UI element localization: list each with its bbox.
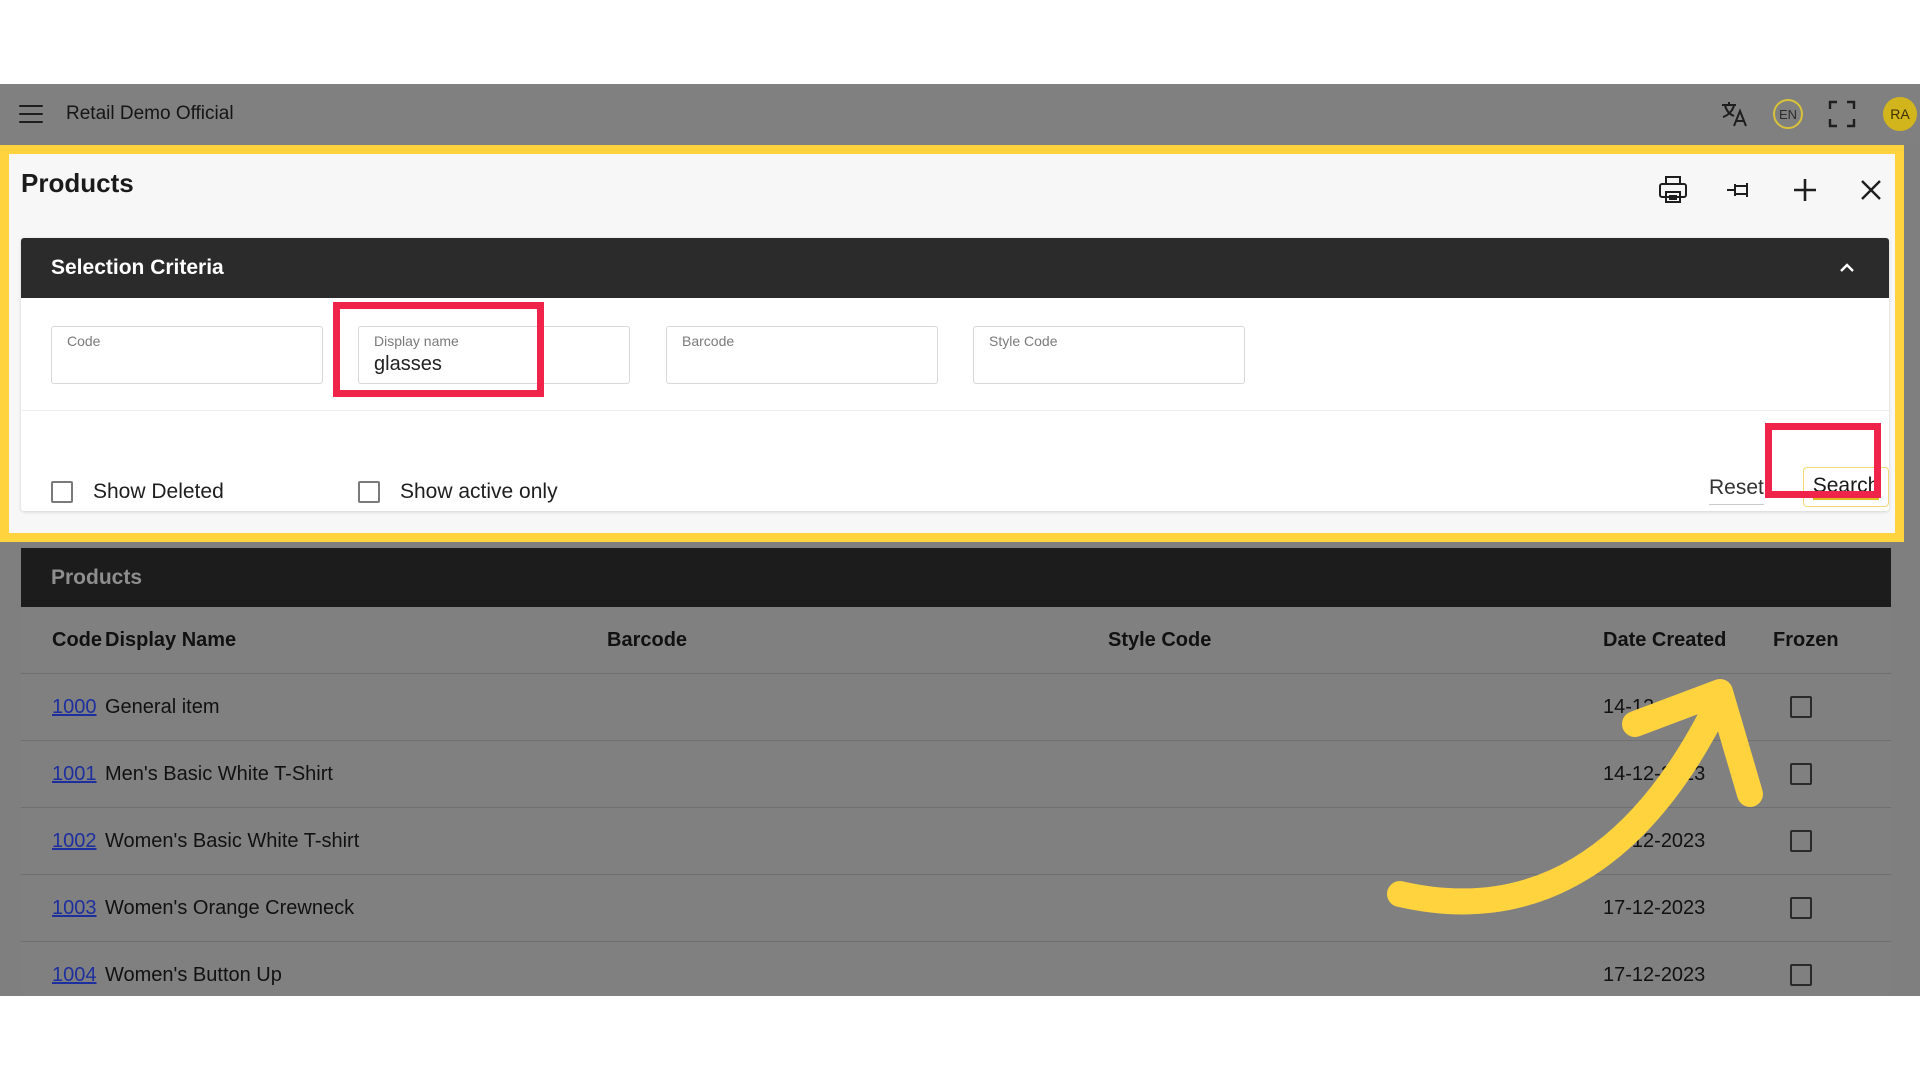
top-bar: Retail Demo Official EN RA: [0, 84, 1920, 144]
plus-icon[interactable]: [1785, 170, 1825, 210]
style-code-field[interactable]: Style Code: [973, 326, 1245, 384]
frozen-checkbox[interactable]: [1790, 696, 1812, 719]
display-name-input[interactable]: [374, 353, 604, 376]
product-name: Women's Basic White T-shirt: [104, 807, 606, 875]
code-input[interactable]: [67, 353, 297, 376]
table-row[interactable]: 1004 Women's Button Up 17-12-2023: [21, 941, 1891, 996]
product-name: General item: [104, 673, 606, 741]
display-name-field-label: Display name: [374, 333, 459, 349]
column-header-style-code[interactable]: Style Code: [1107, 607, 1602, 674]
code-field[interactable]: Code: [51, 326, 323, 384]
product-code-link[interactable]: 1001: [52, 763, 97, 785]
table-row[interactable]: 1003 Women's Orange Crewneck 17-12-2023: [21, 874, 1891, 942]
products-table: Code Display Name Barcode Style Code Dat…: [21, 607, 1891, 996]
chevron-up-icon[interactable]: [1835, 256, 1859, 280]
column-header-date-created[interactable]: Date Created: [1602, 607, 1772, 674]
reset-button[interactable]: Reset: [1709, 472, 1764, 505]
product-date-created: 17-12-2023: [1602, 941, 1772, 996]
column-header-code[interactable]: Code: [21, 607, 104, 674]
show-deleted-checkbox[interactable]: [51, 481, 73, 503]
user-menu[interactable]: RA: [1882, 94, 1918, 134]
selection-criteria-card: Selection Criteria Code Display name Bar…: [21, 238, 1889, 511]
products-table-header: Products: [21, 548, 1891, 607]
product-style-code: [1107, 941, 1602, 996]
show-deleted-label: Show Deleted: [93, 480, 224, 503]
product-barcode: [606, 874, 1107, 942]
language-selector[interactable]: EN: [1770, 94, 1806, 134]
selection-criteria-header[interactable]: Selection Criteria: [21, 238, 1889, 298]
product-date-created: 14-12-2023: [1602, 807, 1772, 875]
product-code-link[interactable]: 1000: [52, 696, 97, 718]
show-active-only-checkbox[interactable]: [358, 481, 380, 503]
product-style-code: [1107, 807, 1602, 875]
products-table-card: Products Code Display Name Barcode Style…: [21, 548, 1891, 996]
barcode-input[interactable]: [682, 353, 912, 376]
fullscreen-icon[interactable]: [1824, 94, 1860, 134]
table-row[interactable]: 1002 Women's Basic White T-shirt 14-12-2…: [21, 807, 1891, 875]
barcode-field-label: Barcode: [682, 333, 735, 349]
product-date-created: 17-12-2023: [1602, 874, 1772, 942]
show-active-only-toggle[interactable]: Show active only: [358, 480, 558, 504]
frozen-checkbox[interactable]: [1790, 830, 1812, 853]
selection-criteria-title: Selection Criteria: [51, 256, 224, 279]
column-header-barcode[interactable]: Barcode: [606, 607, 1107, 674]
language-code: EN: [1773, 99, 1803, 129]
frozen-checkbox[interactable]: [1790, 897, 1812, 920]
table-header-row: Code Display Name Barcode Style Code Dat…: [21, 607, 1891, 674]
product-style-code: [1107, 673, 1602, 741]
product-name: Men's Basic White T-Shirt: [104, 740, 606, 808]
avatar: RA: [1883, 97, 1917, 131]
products-panel: Products Selection Criteria Code Display…: [0, 145, 1904, 542]
product-code-link[interactable]: 1004: [52, 964, 97, 986]
page-title: Products: [21, 168, 134, 198]
print-icon[interactable]: [1653, 170, 1693, 210]
code-field-label: Code: [67, 333, 101, 349]
product-date-created: 14-12-2023: [1602, 740, 1772, 808]
translate-icon[interactable]: [1716, 94, 1752, 134]
search-button[interactable]: Search: [1803, 467, 1889, 507]
product-style-code: [1107, 740, 1602, 808]
table-row[interactable]: 1001 Men's Basic White T-Shirt 14-12-202…: [21, 740, 1891, 808]
column-header-frozen[interactable]: Frozen: [1772, 607, 1891, 674]
table-row[interactable]: 1000 General item 14-12-2023: [21, 673, 1891, 741]
product-barcode: [606, 941, 1107, 996]
barcode-field[interactable]: Barcode: [666, 326, 938, 384]
product-barcode: [606, 807, 1107, 875]
search-button-label: Search: [1812, 474, 1880, 500]
style-code-input[interactable]: [989, 353, 1219, 376]
product-date-created: 14-12-2023: [1602, 673, 1772, 741]
frozen-checkbox[interactable]: [1790, 964, 1812, 987]
close-icon[interactable]: [1851, 170, 1891, 210]
product-barcode: [606, 673, 1107, 741]
product-name: Women's Orange Crewneck: [104, 874, 606, 942]
pin-icon[interactable]: [1720, 170, 1760, 210]
product-style-code: [1107, 874, 1602, 942]
app-title: Retail Demo Official: [66, 103, 234, 124]
menu-icon[interactable]: [19, 105, 43, 123]
show-active-only-label: Show active only: [400, 480, 558, 503]
product-code-link[interactable]: 1002: [52, 830, 97, 852]
products-table-title: Products: [51, 566, 143, 589]
app-window: Retail Demo Official EN RA Products Sele…: [0, 84, 1920, 996]
show-deleted-toggle[interactable]: Show Deleted: [51, 480, 224, 504]
display-name-field[interactable]: Display name: [358, 326, 630, 384]
divider: [21, 410, 1889, 411]
product-code-link[interactable]: 1003: [52, 897, 97, 919]
frozen-checkbox[interactable]: [1790, 763, 1812, 786]
column-header-display-name[interactable]: Display Name: [104, 607, 606, 674]
product-name: Women's Button Up: [104, 941, 606, 996]
style-code-field-label: Style Code: [989, 333, 1058, 349]
product-barcode: [606, 740, 1107, 808]
